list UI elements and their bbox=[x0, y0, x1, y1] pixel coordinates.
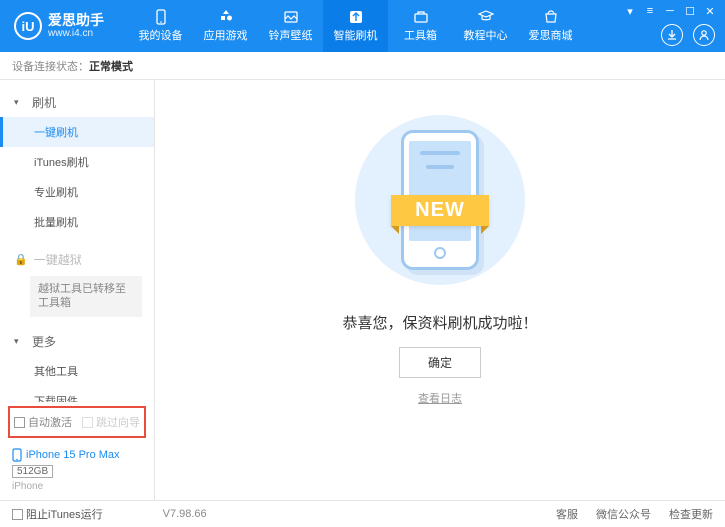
checkbox-block-itunes[interactable]: 阻止iTunes运行 bbox=[12, 506, 103, 522]
sidebar-item-batch-flash[interactable]: 批量刷机 bbox=[0, 207, 154, 237]
app-header: iU 爱思助手 www.i4.cn 我的设备 应用游戏 铃声壁纸 智能刷机 工具… bbox=[0, 0, 725, 52]
nav-ringtones[interactable]: 铃声壁纸 bbox=[258, 0, 323, 52]
sidebar-group-flash[interactable]: ▾ 刷机 bbox=[0, 88, 154, 117]
user-button[interactable] bbox=[693, 24, 715, 46]
view-log-link[interactable]: 查看日志 bbox=[418, 390, 462, 406]
collapse-icon: ▾ bbox=[14, 336, 26, 347]
nav-toolbox[interactable]: 工具箱 bbox=[388, 0, 453, 52]
nav-label: 我的设备 bbox=[139, 27, 183, 43]
apps-icon bbox=[217, 9, 235, 25]
logo-icon: iU bbox=[14, 12, 42, 40]
checkbox-label: 跳过向导 bbox=[96, 414, 140, 430]
app-title: 爱思助手 bbox=[48, 13, 104, 28]
minimize-button[interactable]: ─ bbox=[661, 4, 679, 18]
jailbreak-moved-notice[interactable]: 越狱工具已转移至工具箱 bbox=[30, 276, 142, 317]
footer-link-update[interactable]: 检查更新 bbox=[669, 506, 713, 522]
device-type: iPhone bbox=[12, 481, 142, 492]
group-label: 更多 bbox=[32, 333, 56, 350]
footer-link-wechat[interactable]: 微信公众号 bbox=[596, 506, 651, 522]
checkbox-auto-activate[interactable]: 自动激活 bbox=[14, 414, 72, 430]
collapse-icon: ▾ bbox=[14, 97, 26, 108]
device-icon bbox=[152, 9, 170, 25]
nav-label: 教程中心 bbox=[464, 27, 508, 43]
nav-label: 智能刷机 bbox=[334, 27, 378, 43]
logo-area: iU 爱思助手 www.i4.cn bbox=[0, 12, 118, 40]
sidebar-item-pro-flash[interactable]: 专业刷机 bbox=[0, 177, 154, 207]
status-value: 正常模式 bbox=[89, 58, 133, 74]
app-subtitle: www.i4.cn bbox=[48, 28, 104, 39]
nav-label: 应用游戏 bbox=[204, 27, 248, 43]
sidebar-item-other-tools[interactable]: 其他工具 bbox=[0, 356, 154, 386]
checkbox-label: 阻止iTunes运行 bbox=[26, 506, 103, 522]
sidebar-item-itunes-flash[interactable]: iTunes刷机 bbox=[0, 147, 154, 177]
checkbox-icon bbox=[12, 509, 23, 520]
nav-tutorials[interactable]: 教程中心 bbox=[453, 0, 518, 52]
device-name-text: iPhone 15 Pro Max bbox=[26, 449, 120, 461]
sidebar-item-oneclick-flash[interactable]: 一键刷机 bbox=[0, 117, 154, 147]
flash-icon bbox=[347, 9, 365, 25]
phone-icon bbox=[12, 448, 22, 462]
success-illustration: NEW bbox=[350, 110, 530, 290]
maximize-button[interactable]: ☐ bbox=[681, 4, 699, 18]
sidebar-group-jailbreak: 🔒 一键越狱 bbox=[0, 245, 154, 274]
footer-link-support[interactable]: 客服 bbox=[556, 506, 578, 522]
top-nav: 我的设备 应用游戏 铃声壁纸 智能刷机 工具箱 教程中心 爱思商城 bbox=[128, 0, 583, 52]
menu-icon[interactable]: ≡ bbox=[641, 4, 659, 18]
footer: 阻止iTunes运行 V7.98.66 客服 微信公众号 检查更新 bbox=[0, 500, 725, 527]
nav-label: 工具箱 bbox=[404, 27, 437, 43]
sidebar-group-more[interactable]: ▾ 更多 bbox=[0, 327, 154, 356]
main-content: NEW 恭喜您，保资料刷机成功啦！ 确定 查看日志 bbox=[155, 80, 725, 500]
nav-label: 铃声壁纸 bbox=[269, 27, 313, 43]
wallpaper-icon bbox=[282, 9, 300, 25]
group-label: 刷机 bbox=[32, 94, 56, 111]
nav-my-device[interactable]: 我的设备 bbox=[128, 0, 193, 52]
options-highlight-box: 自动激活 跳过向导 bbox=[8, 406, 146, 438]
success-message: 恭喜您，保资料刷机成功啦！ bbox=[342, 312, 537, 333]
lock-icon: 🔒 bbox=[14, 253, 28, 266]
window-controls: ▾ ≡ ─ ☐ ✕ bbox=[621, 4, 719, 18]
close-button[interactable]: ✕ bbox=[701, 4, 719, 18]
sidebar: ▾ 刷机 一键刷机 iTunes刷机 专业刷机 批量刷机 🔒 一键越狱 越狱工具… bbox=[0, 80, 155, 500]
sidebar-item-download-firmware[interactable]: 下载固件 bbox=[0, 386, 154, 402]
checkbox-label: 自动激活 bbox=[28, 414, 72, 430]
download-button[interactable] bbox=[661, 24, 683, 46]
tutorial-icon bbox=[477, 9, 495, 25]
header-actions bbox=[661, 24, 715, 46]
group-label: 一键越狱 bbox=[34, 251, 82, 268]
status-label: 设备连接状态： bbox=[12, 58, 89, 74]
checkbox-icon bbox=[82, 417, 93, 428]
tshirt-icon[interactable]: ▾ bbox=[621, 4, 639, 18]
ok-button[interactable]: 确定 bbox=[399, 347, 481, 378]
nav-flash[interactable]: 智能刷机 bbox=[323, 0, 388, 52]
checkbox-skip-guide[interactable]: 跳过向导 bbox=[82, 414, 140, 430]
new-ribbon: NEW bbox=[391, 195, 489, 226]
device-storage: 512GB bbox=[12, 465, 53, 478]
nav-apps[interactable]: 应用游戏 bbox=[193, 0, 258, 52]
version-label: V7.98.66 bbox=[163, 508, 207, 520]
checkbox-icon bbox=[14, 417, 25, 428]
nav-label: 爱思商城 bbox=[529, 27, 573, 43]
toolbox-icon bbox=[412, 9, 430, 25]
store-icon bbox=[542, 9, 560, 25]
device-info: iPhone 15 Pro Max 512GB iPhone bbox=[0, 442, 154, 500]
nav-store[interactable]: 爱思商城 bbox=[518, 0, 583, 52]
connection-status-bar: 设备连接状态： 正常模式 bbox=[0, 52, 725, 80]
device-name[interactable]: iPhone 15 Pro Max bbox=[12, 448, 142, 462]
